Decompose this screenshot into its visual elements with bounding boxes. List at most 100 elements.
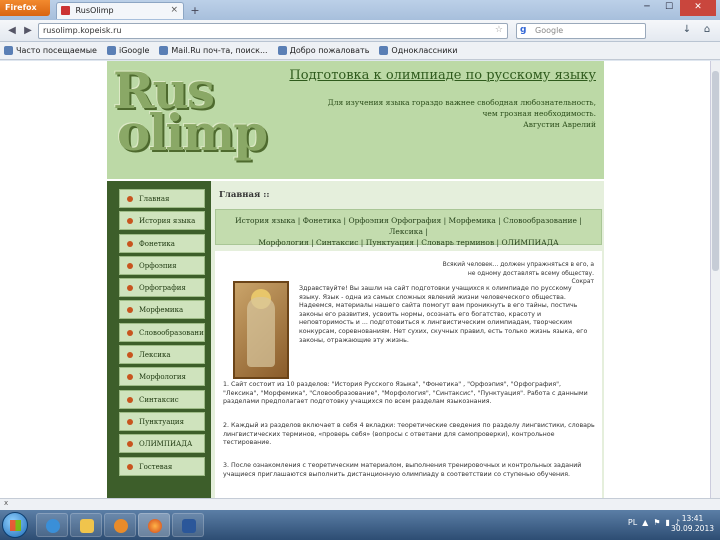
bookmark-icon — [277, 46, 287, 55]
bookmark-icon — [379, 46, 389, 55]
sidebar-item-punctuation[interactable]: Пунктуация — [119, 411, 205, 431]
paragraph-olympiad: 3. После ознакомления с теоретическим ма… — [223, 462, 582, 478]
bookmark-item[interactable]: Добро пожаловать — [277, 46, 369, 55]
taskbar-explorer[interactable] — [70, 513, 102, 537]
bullet-icon — [127, 374, 133, 381]
icon-painting-image — [233, 281, 289, 379]
search-bar[interactable]: g Google — [516, 23, 646, 39]
tab-rusolimp[interactable]: RusOlimp × — [56, 2, 184, 19]
bullet-icon — [127, 418, 133, 425]
breadcrumb: Главная :: — [219, 190, 270, 200]
url-text: rusolimp.kopeisk.ru — [43, 26, 122, 35]
status-bar: x — [0, 498, 720, 510]
taskbar: PL ▲ ⚑ ▮ ♪ 13:41 30.09.2013 — [0, 510, 720, 540]
epigraph-author: Сократ — [571, 278, 594, 285]
taskbar-media-player[interactable] — [104, 513, 136, 537]
bullet-icon — [127, 262, 133, 269]
sidebar-item-morphemics[interactable]: Морфемика — [119, 300, 205, 320]
sidebar-item-home[interactable]: Главная — [119, 189, 205, 208]
sidebar-item-olympiad[interactable]: ОЛИМПИАДА — [119, 434, 205, 454]
back-button[interactable]: ◀ — [4, 23, 20, 39]
bookmark-item[interactable]: Mail.Ru поч-та, поиск... — [159, 46, 268, 55]
scrollbar-thumb[interactable] — [712, 71, 719, 271]
screen: Firefox RusOlimp × + ─ ☐ ✕ ◀ ▶ rusolimp.… — [0, 0, 720, 540]
network-icon[interactable]: ▮ — [665, 518, 669, 527]
minimize-button[interactable]: ─ — [636, 0, 658, 16]
media-player-icon — [114, 519, 128, 533]
bullet-icon — [127, 240, 133, 247]
windows-logo-icon — [10, 520, 21, 531]
forward-button[interactable]: ▶ — [20, 23, 36, 39]
close-window-button[interactable]: ✕ — [680, 0, 716, 16]
language-indicator[interactable]: PL — [628, 518, 637, 527]
new-tab-button[interactable]: + — [188, 4, 202, 18]
bookmark-icon — [159, 46, 169, 55]
google-icon: g — [520, 25, 527, 35]
bookmark-item[interactable]: Одноклассники — [379, 46, 457, 55]
tab-title: RusOlimp — [75, 6, 114, 15]
firefox-icon — [148, 519, 162, 533]
url-bar[interactable]: rusolimp.kopeisk.ru ☆ — [38, 23, 508, 39]
flag-icon[interactable]: ⚑ — [653, 518, 660, 527]
paragraph-sections: 1. Сайт состоит из 10 разделов: "История… — [223, 381, 588, 406]
arrow-up-icon[interactable]: ▲ — [642, 518, 648, 527]
section-nav-line2[interactable]: Морфология | Синтаксис | Пунктуация | Сл… — [224, 237, 593, 248]
sidebar-item-orthography[interactable]: Орфография — [119, 278, 205, 298]
maximize-button[interactable]: ☐ — [658, 0, 680, 16]
download-icon[interactable]: ↓ — [680, 23, 694, 37]
navigation-bar: ◀ ▶ rusolimp.kopeisk.ru ☆ g Google ↓ ⌂ — [0, 20, 720, 42]
bullet-icon — [127, 307, 133, 314]
sidebar-item-history[interactable]: История языка — [119, 211, 205, 231]
taskbar-word[interactable] — [172, 513, 204, 537]
start-button[interactable] — [2, 512, 28, 538]
bullet-icon — [127, 463, 133, 470]
bookmark-item[interactable]: iGoogle — [106, 46, 149, 55]
section-nav-line1[interactable]: История языка | Фонетика | Орфоэпия Орфо… — [224, 215, 593, 237]
word-icon — [182, 519, 196, 533]
figure-shape — [247, 297, 275, 367]
close-addon-bar-icon[interactable]: x — [4, 499, 8, 507]
bullet-icon — [127, 441, 133, 448]
sidebar-item-phonetics[interactable]: Фонетика — [119, 233, 205, 253]
home-icon[interactable]: ⌂ — [700, 23, 714, 37]
sidebar-item-lexicon[interactable]: Лексика — [119, 345, 205, 365]
bookmark-icon — [106, 46, 116, 55]
favicon-icon — [61, 6, 70, 15]
bullet-icon — [127, 196, 133, 202]
vertical-scrollbar[interactable] — [710, 61, 720, 498]
sidebar: Главная История языка Фонетика Орфоэпия … — [107, 181, 211, 498]
clock[interactable]: 13:41 30.09.2013 — [671, 514, 714, 534]
close-tab-icon[interactable]: × — [170, 5, 178, 15]
bullet-icon — [127, 396, 133, 403]
epigraph: Всякий человек... должен упражняться в е… — [442, 261, 594, 285]
internet-explorer-icon — [46, 519, 60, 533]
bullet-icon — [127, 329, 133, 336]
sidebar-item-guestbook[interactable]: Гостевая — [119, 456, 205, 476]
bullet-icon — [127, 285, 133, 292]
bullet-icon — [127, 352, 133, 359]
site-title[interactable]: Подготовка к олимпиаде по русскому языку — [289, 68, 596, 83]
folder-icon — [80, 519, 94, 533]
site-logo-line2[interactable]: olimp — [117, 103, 268, 162]
title-bar: Firefox RusOlimp × + ─ ☐ ✕ — [0, 0, 720, 20]
intro-paragraph: Здравствуйте! Вы зашли на сайт подготовк… — [299, 285, 588, 344]
quote-author: Августин Аврелий — [523, 120, 596, 129]
sidebar-item-orthoepy[interactable]: Орфоэпия — [119, 255, 205, 275]
article: Всякий человек... должен упражняться в е… — [215, 251, 602, 498]
sidebar-item-syntax[interactable]: Синтаксис — [119, 389, 205, 409]
header-quote: Для изучения языка гораздо важнее свобод… — [327, 98, 596, 129]
taskbar-ie[interactable] — [36, 513, 68, 537]
search-placeholder: Google — [535, 26, 564, 35]
sidebar-item-morphology[interactable]: Морфология — [119, 367, 205, 387]
taskbar-firefox[interactable] — [138, 513, 170, 537]
bookmark-icon — [4, 46, 13, 55]
page-viewport: Rus olimp Подготовка к олимпиаде по русс… — [0, 61, 710, 498]
sidebar-item-word-formation[interactable]: Словообразование — [119, 322, 205, 342]
bookmarks-bar: Часто посещаемые iGoogle Mail.Ru поч-та,… — [0, 42, 720, 60]
firefox-menu-button[interactable]: Firefox — [0, 0, 50, 16]
section-nav[interactable]: История языка | Фонетика | Орфоэпия Орфо… — [215, 209, 602, 248]
bookmark-star-icon[interactable]: ☆ — [495, 25, 503, 35]
main-content: Главная :: История языка | Фонетика | Ор… — [211, 181, 604, 498]
paragraph-tabs: 2. Каждый из разделов включает в себя 4 … — [223, 422, 595, 447]
bookmark-item[interactable]: Часто посещаемые — [4, 46, 97, 55]
